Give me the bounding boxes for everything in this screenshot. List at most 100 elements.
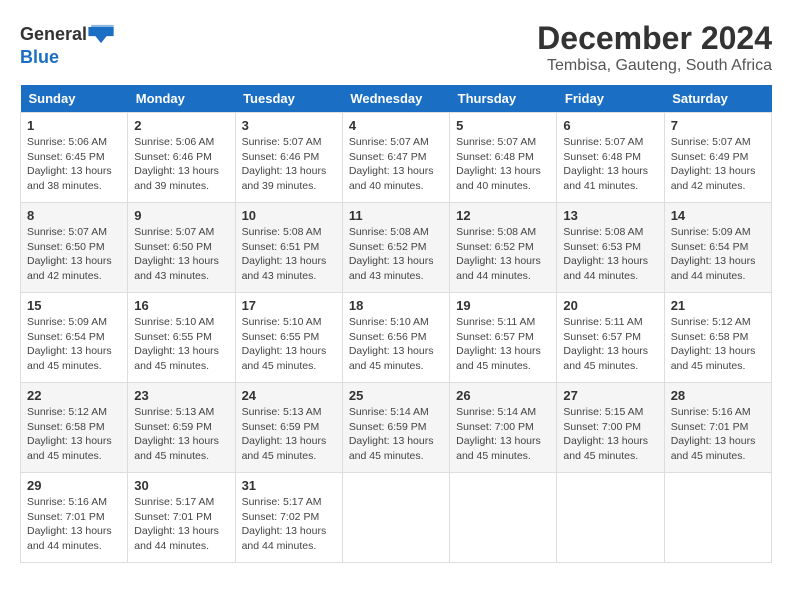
day-info: Sunrise: 5:12 AMSunset: 6:58 PMDaylight:…: [671, 316, 756, 372]
table-row: 20 Sunrise: 5:11 AMSunset: 6:57 PMDaylig…: [557, 293, 664, 383]
day-number: 28: [671, 388, 765, 403]
day-number: 20: [563, 298, 657, 313]
day-info: Sunrise: 5:07 AMSunset: 6:46 PMDaylight:…: [242, 136, 327, 192]
day-info: Sunrise: 5:13 AMSunset: 6:59 PMDaylight:…: [242, 406, 327, 462]
table-row: 29 Sunrise: 5:16 AMSunset: 7:01 PMDaylig…: [21, 473, 128, 563]
day-number: 6: [563, 118, 657, 133]
day-number: 15: [27, 298, 121, 313]
day-info: Sunrise: 5:09 AMSunset: 6:54 PMDaylight:…: [671, 226, 756, 282]
day-number: 14: [671, 208, 765, 223]
day-number: 4: [349, 118, 443, 133]
day-info: Sunrise: 5:11 AMSunset: 6:57 PMDaylight:…: [563, 316, 648, 372]
table-row: 11 Sunrise: 5:08 AMSunset: 6:52 PMDaylig…: [342, 203, 449, 293]
title-section: December 2024 Tembisa, Gauteng, South Af…: [537, 20, 772, 75]
day-number: 11: [349, 208, 443, 223]
day-number: 8: [27, 208, 121, 223]
day-info: Sunrise: 5:15 AMSunset: 7:00 PMDaylight:…: [563, 406, 648, 462]
calendar-week-row: 15 Sunrise: 5:09 AMSunset: 6:54 PMDaylig…: [21, 293, 772, 383]
table-row: [342, 473, 449, 563]
day-info: Sunrise: 5:06 AMSunset: 6:46 PMDaylight:…: [134, 136, 219, 192]
table-row: 2 Sunrise: 5:06 AMSunset: 6:46 PMDayligh…: [128, 113, 235, 203]
day-info: Sunrise: 5:07 AMSunset: 6:50 PMDaylight:…: [134, 226, 219, 282]
logo-general: General: [20, 25, 87, 43]
table-row: 3 Sunrise: 5:07 AMSunset: 6:46 PMDayligh…: [235, 113, 342, 203]
table-row: 26 Sunrise: 5:14 AMSunset: 7:00 PMDaylig…: [450, 383, 557, 473]
day-info: Sunrise: 5:08 AMSunset: 6:52 PMDaylight:…: [349, 226, 434, 282]
table-row: [450, 473, 557, 563]
table-row: 28 Sunrise: 5:16 AMSunset: 7:01 PMDaylig…: [664, 383, 771, 473]
day-number: 7: [671, 118, 765, 133]
day-info: Sunrise: 5:16 AMSunset: 7:01 PMDaylight:…: [27, 496, 112, 552]
day-number: 12: [456, 208, 550, 223]
table-row: 9 Sunrise: 5:07 AMSunset: 6:50 PMDayligh…: [128, 203, 235, 293]
table-row: 7 Sunrise: 5:07 AMSunset: 6:49 PMDayligh…: [664, 113, 771, 203]
table-row: 17 Sunrise: 5:10 AMSunset: 6:55 PMDaylig…: [235, 293, 342, 383]
day-number: 17: [242, 298, 336, 313]
day-info: Sunrise: 5:07 AMSunset: 6:48 PMDaylight:…: [456, 136, 541, 192]
day-info: Sunrise: 5:09 AMSunset: 6:54 PMDaylight:…: [27, 316, 112, 372]
day-number: 29: [27, 478, 121, 493]
day-info: Sunrise: 5:07 AMSunset: 6:47 PMDaylight:…: [349, 136, 434, 192]
header-sunday: Sunday: [21, 85, 128, 113]
table-row: 16 Sunrise: 5:10 AMSunset: 6:55 PMDaylig…: [128, 293, 235, 383]
table-row: 23 Sunrise: 5:13 AMSunset: 6:59 PMDaylig…: [128, 383, 235, 473]
day-info: Sunrise: 5:08 AMSunset: 6:51 PMDaylight:…: [242, 226, 327, 282]
day-info: Sunrise: 5:13 AMSunset: 6:59 PMDaylight:…: [134, 406, 219, 462]
day-info: Sunrise: 5:07 AMSunset: 6:50 PMDaylight:…: [27, 226, 112, 282]
calendar-week-row: 22 Sunrise: 5:12 AMSunset: 6:58 PMDaylig…: [21, 383, 772, 473]
day-info: Sunrise: 5:14 AMSunset: 7:00 PMDaylight:…: [456, 406, 541, 462]
day-info: Sunrise: 5:10 AMSunset: 6:56 PMDaylight:…: [349, 316, 434, 372]
day-info: Sunrise: 5:08 AMSunset: 6:53 PMDaylight:…: [563, 226, 648, 282]
table-row: 1 Sunrise: 5:06 AMSunset: 6:45 PMDayligh…: [21, 113, 128, 203]
day-number: 24: [242, 388, 336, 403]
day-number: 22: [27, 388, 121, 403]
day-number: 13: [563, 208, 657, 223]
location-subtitle: Tembisa, Gauteng, South Africa: [537, 57, 772, 75]
day-info: Sunrise: 5:07 AMSunset: 6:49 PMDaylight:…: [671, 136, 756, 192]
table-row: [557, 473, 664, 563]
header-saturday: Saturday: [664, 85, 771, 113]
logo-icon: [87, 20, 115, 48]
day-number: 9: [134, 208, 228, 223]
day-info: Sunrise: 5:16 AMSunset: 7:01 PMDaylight:…: [671, 406, 756, 462]
table-row: 22 Sunrise: 5:12 AMSunset: 6:58 PMDaylig…: [21, 383, 128, 473]
day-info: Sunrise: 5:06 AMSunset: 6:45 PMDaylight:…: [27, 136, 112, 192]
header-monday: Monday: [128, 85, 235, 113]
table-row: 27 Sunrise: 5:15 AMSunset: 7:00 PMDaylig…: [557, 383, 664, 473]
day-number: 1: [27, 118, 121, 133]
table-row: 24 Sunrise: 5:13 AMSunset: 6:59 PMDaylig…: [235, 383, 342, 473]
day-info: Sunrise: 5:17 AMSunset: 7:01 PMDaylight:…: [134, 496, 219, 552]
day-info: Sunrise: 5:10 AMSunset: 6:55 PMDaylight:…: [134, 316, 219, 372]
day-number: 5: [456, 118, 550, 133]
day-number: 26: [456, 388, 550, 403]
header-row: Sunday Monday Tuesday Wednesday Thursday…: [21, 85, 772, 113]
calendar-week-row: 29 Sunrise: 5:16 AMSunset: 7:01 PMDaylig…: [21, 473, 772, 563]
day-number: 2: [134, 118, 228, 133]
month-title: December 2024: [537, 20, 772, 57]
table-row: 18 Sunrise: 5:10 AMSunset: 6:56 PMDaylig…: [342, 293, 449, 383]
table-row: 19 Sunrise: 5:11 AMSunset: 6:57 PMDaylig…: [450, 293, 557, 383]
table-row: 25 Sunrise: 5:14 AMSunset: 6:59 PMDaylig…: [342, 383, 449, 473]
day-info: Sunrise: 5:11 AMSunset: 6:57 PMDaylight:…: [456, 316, 541, 372]
day-number: 19: [456, 298, 550, 313]
table-row: 15 Sunrise: 5:09 AMSunset: 6:54 PMDaylig…: [21, 293, 128, 383]
table-row: [664, 473, 771, 563]
day-info: Sunrise: 5:17 AMSunset: 7:02 PMDaylight:…: [242, 496, 327, 552]
header-tuesday: Tuesday: [235, 85, 342, 113]
day-info: Sunrise: 5:14 AMSunset: 6:59 PMDaylight:…: [349, 406, 434, 462]
table-row: 30 Sunrise: 5:17 AMSunset: 7:01 PMDaylig…: [128, 473, 235, 563]
day-number: 25: [349, 388, 443, 403]
table-row: 13 Sunrise: 5:08 AMSunset: 6:53 PMDaylig…: [557, 203, 664, 293]
table-row: 6 Sunrise: 5:07 AMSunset: 6:48 PMDayligh…: [557, 113, 664, 203]
day-number: 18: [349, 298, 443, 313]
day-info: Sunrise: 5:08 AMSunset: 6:52 PMDaylight:…: [456, 226, 541, 282]
table-row: 10 Sunrise: 5:08 AMSunset: 6:51 PMDaylig…: [235, 203, 342, 293]
table-row: 21 Sunrise: 5:12 AMSunset: 6:58 PMDaylig…: [664, 293, 771, 383]
header: General Blue December 2024 Tembisa, Gaut…: [20, 20, 772, 75]
calendar-week-row: 8 Sunrise: 5:07 AMSunset: 6:50 PMDayligh…: [21, 203, 772, 293]
day-info: Sunrise: 5:10 AMSunset: 6:55 PMDaylight:…: [242, 316, 327, 372]
day-number: 27: [563, 388, 657, 403]
calendar-table: Sunday Monday Tuesday Wednesday Thursday…: [20, 85, 772, 563]
logo: General Blue: [20, 20, 115, 66]
day-number: 21: [671, 298, 765, 313]
